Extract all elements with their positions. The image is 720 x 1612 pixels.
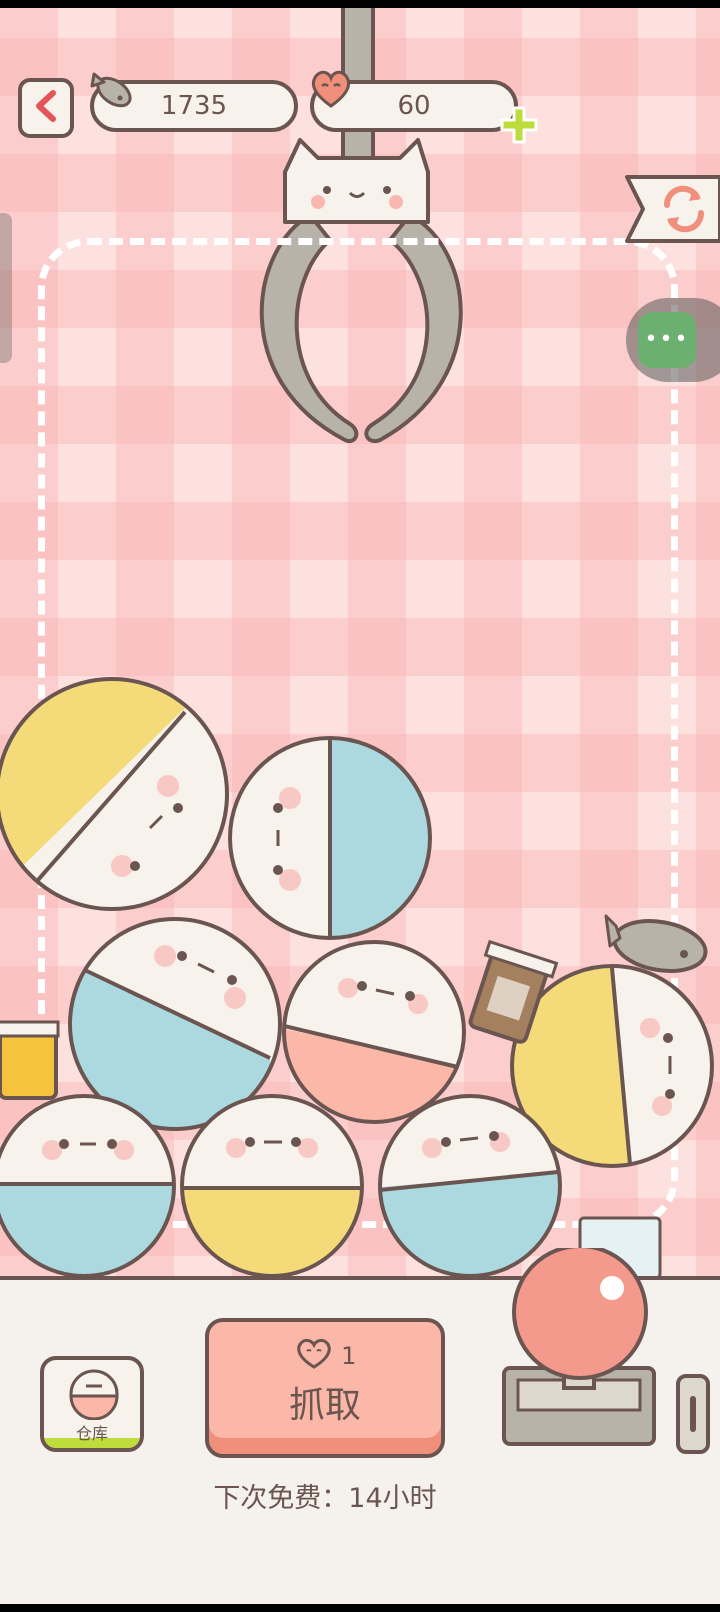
juice-cup-item [0,1020,60,1100]
warehouse-button[interactable]: 仓库 [40,1356,144,1452]
grab-label: 抓取 [288,1385,361,1426]
grab-cost-value: 1 [341,1342,357,1370]
joystick[interactable] [500,1244,680,1448]
next-free-timer: 下次免费：14小时 [213,1483,437,1514]
capsule-yellow [0,677,229,911]
grab-cost: 1 [209,1336,441,1376]
warehouse-label: 仓库 [75,1424,108,1443]
heart-icon [294,1336,334,1376]
capsule-icon [66,1368,122,1424]
capsule-blue [228,736,432,940]
side-lever[interactable] [676,1374,710,1454]
capsule-pile [0,677,714,1280]
grab-button[interactable]: 1 抓取 [205,1318,445,1458]
game-screen: 1735 60 ••• 仓库 1 抓取 下次免费：14小时 [0,8,720,1604]
